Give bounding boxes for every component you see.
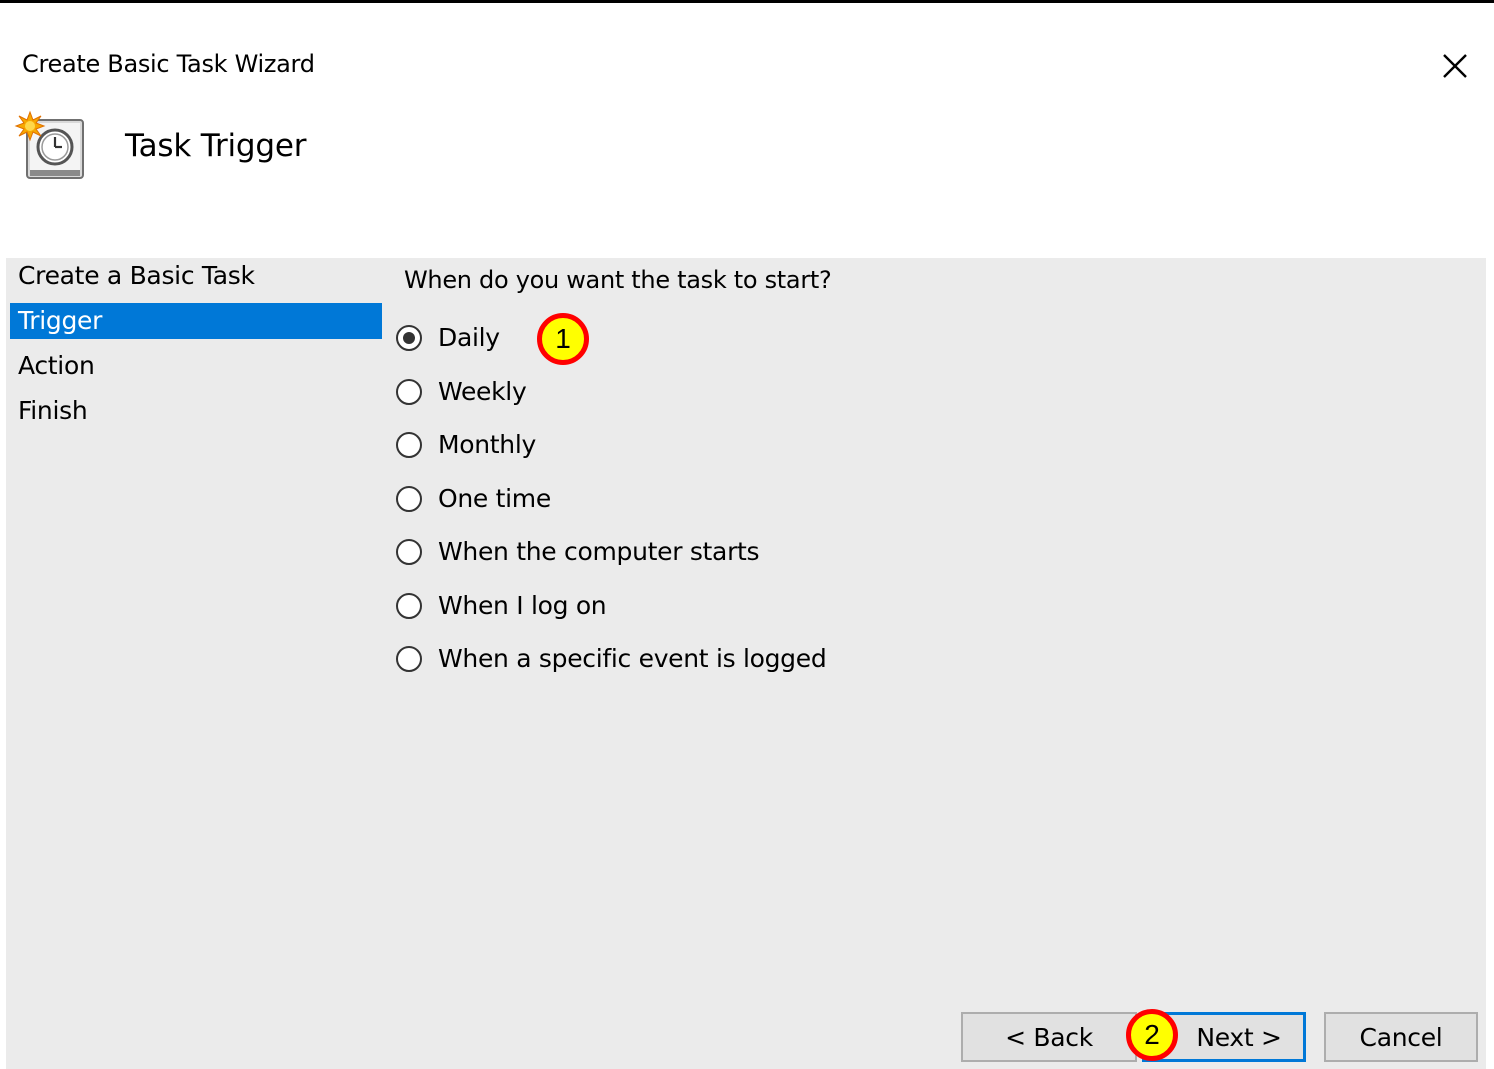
window-top-border: [0, 0, 1494, 3]
step-trigger: Trigger: [10, 303, 382, 339]
radio-label: When I log on: [438, 590, 607, 620]
trigger-prompt: When do you want the task to start?: [404, 266, 832, 294]
radio-selected-dot: [403, 332, 415, 344]
radio-event-logged[interactable]: When a specific event is logged: [396, 639, 827, 693]
radio-button[interactable]: [396, 592, 422, 619]
trigger-options: Daily Weekly Monthly One time When the c…: [396, 318, 827, 693]
step-marker-2: 2: [1126, 1009, 1178, 1061]
radio-daily[interactable]: Daily: [396, 318, 826, 372]
radio-computer-starts[interactable]: When the computer starts: [396, 532, 826, 586]
wizard-window: Create Basic Task Wizard Task Trigger Cr…: [0, 0, 1494, 1069]
wizard-steps: Create a Basic Task Trigger Action Finis…: [10, 258, 382, 438]
radio-label: Weekly: [438, 376, 527, 406]
back-button[interactable]: < Back: [961, 1012, 1137, 1062]
step-marker-1: 1: [537, 313, 589, 365]
radio-monthly[interactable]: Monthly: [396, 425, 826, 479]
step-finish: Finish: [18, 396, 88, 425]
radio-button[interactable]: [396, 646, 422, 672]
radio-button[interactable]: [396, 485, 422, 512]
step-create-basic-task: Create a Basic Task: [18, 261, 255, 290]
radio-button[interactable]: [396, 378, 422, 405]
step-action: Action: [18, 351, 95, 380]
radio-log-on[interactable]: When I log on: [396, 586, 826, 640]
radio-button[interactable]: [396, 432, 422, 458]
cancel-button[interactable]: Cancel: [1324, 1012, 1478, 1062]
radio-one-time[interactable]: One time: [396, 479, 826, 533]
radio-label: When the computer starts: [438, 537, 760, 566]
radio-button[interactable]: [396, 325, 422, 351]
close-button[interactable]: [1430, 42, 1480, 90]
radio-weekly[interactable]: Weekly: [396, 372, 826, 426]
radio-label: Monthly: [438, 430, 536, 459]
radio-label: One time: [438, 483, 551, 513]
task-scheduler-clock-icon: [14, 110, 88, 184]
radio-label: When a specific event is logged: [438, 644, 827, 673]
radio-label: Daily: [438, 323, 500, 352]
close-icon: [1443, 54, 1467, 78]
page-title: Task Trigger: [125, 128, 307, 164]
window-title: Create Basic Task Wizard: [22, 50, 315, 78]
radio-button[interactable]: [396, 539, 422, 565]
